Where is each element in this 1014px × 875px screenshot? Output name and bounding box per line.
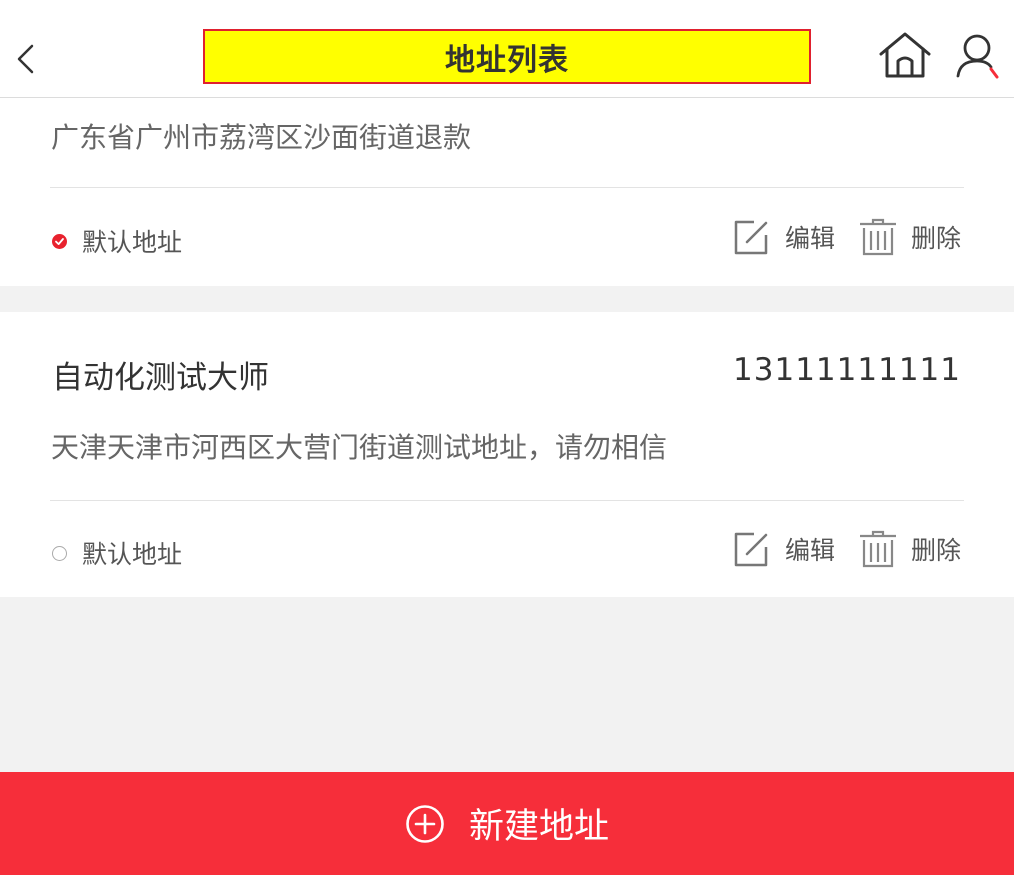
address-text: 天津天津市河西区大营门街道测试地址，请勿相信 (51, 431, 668, 464)
edit-button[interactable]: 编辑 (733, 530, 835, 568)
user-button[interactable] (953, 30, 1001, 82)
delete-button[interactable]: 删除 (859, 218, 961, 256)
back-button[interactable] (10, 36, 44, 82)
check-circle-icon (52, 233, 67, 249)
recipient-phone: 13111111111 (733, 352, 961, 388)
add-address-label: 新建地址 (468, 807, 609, 847)
edit-button[interactable]: 编辑 (733, 218, 835, 256)
recipient-name: 自动化测试大师 (52, 360, 269, 396)
chevron-left-icon (17, 44, 34, 74)
home-button[interactable] (876, 30, 934, 82)
trash-icon (860, 218, 896, 256)
edit-icon (734, 532, 768, 567)
default-address-toggle[interactable]: 默认地址 (52, 535, 182, 571)
trash-icon (860, 530, 896, 568)
divider (50, 187, 964, 188)
user-icon (956, 34, 999, 79)
plus-circle-icon (406, 804, 444, 843)
radio-empty-icon (52, 545, 67, 561)
divider (50, 500, 964, 501)
add-address-button[interactable]: 新建地址 (0, 772, 1014, 875)
address-text: 广东省广州市荔湾区沙面街道退款 (51, 121, 472, 154)
delete-label: 删除 (911, 536, 962, 565)
page-title-box: 地址列表 (203, 29, 811, 84)
delete-button[interactable]: 删除 (859, 530, 961, 568)
default-address-label: 默认地址 (82, 540, 183, 569)
delete-label: 删除 (911, 224, 962, 253)
default-address-toggle[interactable]: 默认地址 (52, 223, 182, 259)
top-nav-bar: 地址列表 (0, 0, 1014, 98)
edit-label: 编辑 (785, 536, 836, 565)
address-card[interactable]: 自动化测试大师 13111111111 天津天津市河西区大营门街道测试地址，请勿… (0, 312, 1014, 597)
default-address-label: 默认地址 (82, 228, 183, 257)
page-title: 地址列表 (445, 42, 569, 78)
home-icon (879, 32, 931, 78)
address-card[interactable]: 广东省广州市荔湾区沙面街道退款 默认地址 编辑 删除 (0, 98, 1014, 286)
edit-icon (734, 220, 768, 255)
edit-label: 编辑 (785, 224, 836, 253)
